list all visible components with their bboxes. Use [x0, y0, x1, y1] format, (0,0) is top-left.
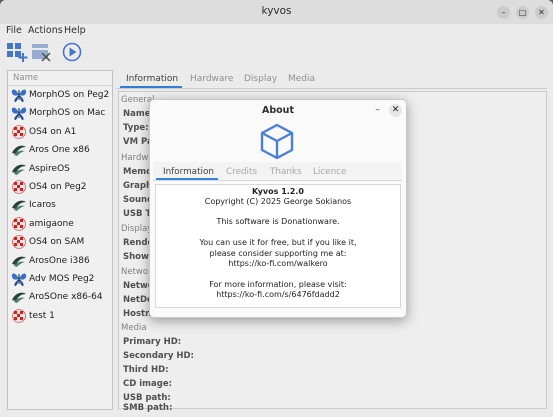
- about-tabs: Information Credits Thanks Licence: [153, 162, 402, 181]
- donationware-text: This software is Donationware.: [216, 217, 340, 226]
- info-link[interactable]: https://ko-fi.com/s/6476fdadd2: [156, 290, 400, 299]
- app-version: Kyvos 1.2.0: [252, 187, 304, 196]
- about-dialog-title: About: [262, 105, 294, 116]
- about-tab-licence[interactable]: Licence: [313, 167, 346, 177]
- kyvos-cube-icon: [260, 123, 294, 160]
- main-window: kyvos – □ ✕ File Actions Help Name Morph…: [0, 0, 553, 417]
- about-information-page: Kyvos 1.2.0 Copyright (C) 2025 George So…: [155, 184, 401, 308]
- about-tab-information[interactable]: Information: [163, 167, 214, 177]
- copyright-text: Copyright (C) 2025 George Sokianos: [204, 197, 352, 206]
- support-text-2: please consider supporting me at:: [209, 249, 347, 258]
- info-text: For more information, please visit:: [209, 280, 347, 289]
- about-dialog: About – ✕ Information Credits Thanks Lic…: [149, 99, 407, 318]
- dialog-minimize-icon[interactable]: –: [371, 104, 384, 117]
- about-tab-indicator: [156, 178, 218, 180]
- support-link[interactable]: https://ko-fi.com/walkero: [156, 259, 400, 268]
- dialog-close-icon[interactable]: ✕: [389, 104, 402, 117]
- about-tab-credits[interactable]: Credits: [226, 167, 257, 177]
- support-text-1: You can use it for free, but if you like…: [199, 238, 357, 247]
- about-tab-thanks[interactable]: Thanks: [270, 167, 302, 177]
